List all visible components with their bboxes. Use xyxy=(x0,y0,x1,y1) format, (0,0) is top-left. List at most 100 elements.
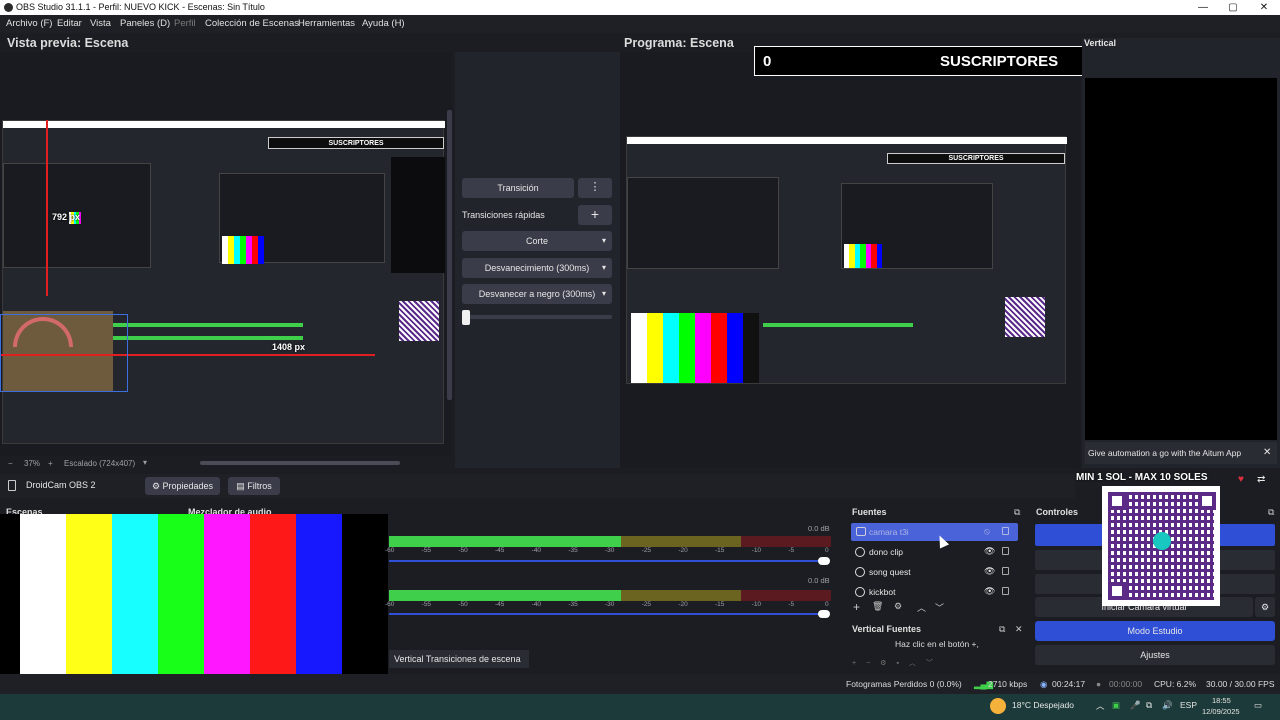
selected-source-name: DroidCam OBS 2 xyxy=(26,480,96,490)
vertical-transitions-label: Vertical Transiciones de escena xyxy=(394,654,521,664)
source-gear-icon[interactable]: ⚙ xyxy=(894,601,902,612)
meter-tick-label: 0 xyxy=(825,547,829,554)
meter-tick-label: 0 xyxy=(825,601,829,608)
volume-icon[interactable]: 🔊 xyxy=(1162,700,1173,711)
lock-icon[interactable] xyxy=(1002,587,1009,595)
preview-vscroll[interactable] xyxy=(447,110,452,400)
move-up-icon[interactable]: ︿ xyxy=(917,601,926,614)
chevron-down-icon: ▾ xyxy=(601,289,606,298)
network-icon[interactable]: ⧉ xyxy=(1146,700,1152,711)
measure-width-label: 1408 px xyxy=(272,342,306,352)
program-canvas: SUSCRIPTORES xyxy=(620,52,1080,468)
vertical-canvas xyxy=(1085,78,1277,440)
meter-tick-label: -15 xyxy=(715,547,725,554)
filters-button[interactable]: ▤ Filtros xyxy=(228,477,280,495)
selection-box[interactable] xyxy=(0,314,128,392)
yape-qr-code xyxy=(1102,486,1220,606)
transition-menu-icon[interactable]: ⋮ xyxy=(578,178,612,198)
notification-icon[interactable]: ▭ xyxy=(1254,700,1262,711)
eye-icon[interactable]: 👁 xyxy=(984,546,995,557)
lock-icon[interactable] xyxy=(1002,527,1009,535)
preview-hscroll[interactable] xyxy=(200,461,400,465)
scale-mode[interactable]: Escalado (724x407) xyxy=(64,459,135,468)
source-row-kickbot[interactable]: kickbot 👁 xyxy=(851,583,1018,601)
volume-handle-2[interactable] xyxy=(818,610,830,618)
maximize-button[interactable]: ▢ xyxy=(1218,0,1248,15)
tbar-track[interactable] xyxy=(462,315,612,319)
properties-button[interactable]: ⚙ Propiedades xyxy=(145,477,220,495)
rec-time: 00:00:00 xyxy=(1109,679,1143,689)
menu-archivo[interactable]: Archivo (F) xyxy=(6,18,52,29)
settings-button[interactable]: Ajustes xyxy=(1035,645,1275,665)
language-indicator[interactable]: ESP xyxy=(1180,700,1197,710)
close-button[interactable]: ✕ xyxy=(1249,0,1279,15)
menu-perfil[interactable]: Perfil xyxy=(174,18,196,29)
vertical-sources-undock-icon[interactable]: ⧉ xyxy=(999,624,1005,635)
program-nested-meter xyxy=(763,323,913,327)
source-label: dono clip xyxy=(869,547,904,557)
menu-editar[interactable]: Editar xyxy=(57,18,82,29)
add-quick-transition-button[interactable]: + xyxy=(578,205,612,225)
menu-bar: Archivo (F) Editar Vista Paneles (D) Per… xyxy=(0,15,1280,33)
vertical-heading: Vertical xyxy=(1084,38,1117,48)
quick-transition-fade-black[interactable]: Desvanecer a negro (300ms) ▾ xyxy=(462,284,612,304)
source-row-song-quest[interactable]: song quest 👁 xyxy=(851,563,1018,581)
share-icon: ⇄ xyxy=(1257,474,1266,485)
properties-label: Propiedades xyxy=(162,481,214,491)
meter-tick-label: -50 xyxy=(458,601,468,608)
source-label: camara t3i xyxy=(869,527,909,537)
meter-tick-label: -15 xyxy=(715,601,725,608)
browser-icon xyxy=(855,547,865,557)
quick-transition-corte[interactable]: Corte ▾ xyxy=(462,231,612,251)
toast-close-icon[interactable]: ✕ xyxy=(1263,447,1271,458)
virtual-camera-settings-icon[interactable]: ⚙ xyxy=(1255,597,1275,617)
tray-app-icon[interactable]: ▣ xyxy=(1112,700,1120,711)
controls-undock-icon[interactable]: ⧉ xyxy=(1268,507,1274,518)
program-heading: Programa: Escena xyxy=(624,36,734,50)
source-row-dono-clip[interactable]: dono clip 👁 xyxy=(851,543,1018,561)
weather-text[interactable]: 18°C Despejado xyxy=(1012,700,1074,710)
preview-canvas[interactable]: SUSCRIPTORES 792 px 1408 px xyxy=(0,52,452,456)
vertical-transitions-tab[interactable]: Vertical Transiciones de escena xyxy=(389,650,529,668)
menu-herramientas[interactable]: Herramientas xyxy=(298,18,355,29)
zoom-level: 37% xyxy=(24,459,41,468)
volume-handle-1[interactable] xyxy=(818,557,830,565)
scale-dropdown-icon[interactable]: ▾ xyxy=(143,458,147,467)
meter-tick-label: -20 xyxy=(678,601,688,608)
rec-icon: ● xyxy=(1096,679,1102,689)
tray-chevron-icon[interactable]: ︿ xyxy=(1096,700,1105,712)
zoom-plus-icon[interactable]: + xyxy=(48,459,53,468)
source-toolbar: DroidCam OBS 2 ⚙ Propiedades ▤ Filtros xyxy=(0,474,1075,498)
eye-icon[interactable]: 👁 xyxy=(984,586,995,597)
menu-vista[interactable]: Vista xyxy=(90,18,111,29)
move-down-icon[interactable]: ﹀ xyxy=(935,601,944,614)
quick-transition-fade-black-label: Desvanecer a negro (300ms) xyxy=(478,289,596,299)
minimize-button[interactable]: — xyxy=(1188,0,1218,15)
tbar-handle[interactable] xyxy=(462,310,470,325)
add-source-icon[interactable]: + xyxy=(853,600,860,614)
meter-tick-label: -45 xyxy=(495,601,505,608)
eye-icon[interactable]: 👁 xyxy=(984,566,995,577)
vertical-sources-title: Vertical Fuentes xyxy=(852,624,922,634)
trash-icon[interactable]: 🗑 xyxy=(872,601,883,612)
studio-mode-button[interactable]: Modo Estudio xyxy=(1035,621,1275,641)
meter-tick-label: -60 xyxy=(385,601,395,608)
eye-hidden-icon[interactable]: ⦸ xyxy=(984,526,990,537)
vertical-sources-close-icon[interactable]: ✕ xyxy=(1015,624,1023,635)
bitrate: 2710 kbps xyxy=(988,679,1028,689)
subs-label: SUSCRIPTORES xyxy=(940,53,1059,70)
meter-tick-label: -25 xyxy=(641,547,652,554)
volume-slider-1[interactable] xyxy=(389,560,829,562)
menu-coleccion-escenas[interactable]: Colección de Escenas xyxy=(205,18,299,29)
lock-icon[interactable] xyxy=(1002,547,1009,555)
menu-ayuda[interactable]: Ayuda (H) xyxy=(362,18,405,29)
transition-button[interactable]: Transición xyxy=(462,178,574,198)
program-nested-titlebar xyxy=(627,137,1067,144)
quick-transition-fade[interactable]: Desvanecimiento (300ms) ▾ xyxy=(462,258,612,278)
menu-paneles[interactable]: Paneles (D) xyxy=(120,18,170,29)
mic-icon[interactable]: 🎤 xyxy=(1130,700,1141,711)
volume-slider-2[interactable] xyxy=(389,613,829,615)
lock-icon[interactable] xyxy=(1002,567,1009,575)
sources-undock-icon[interactable]: ⧉ xyxy=(1014,507,1020,518)
zoom-minus-icon[interactable]: − xyxy=(8,459,13,468)
